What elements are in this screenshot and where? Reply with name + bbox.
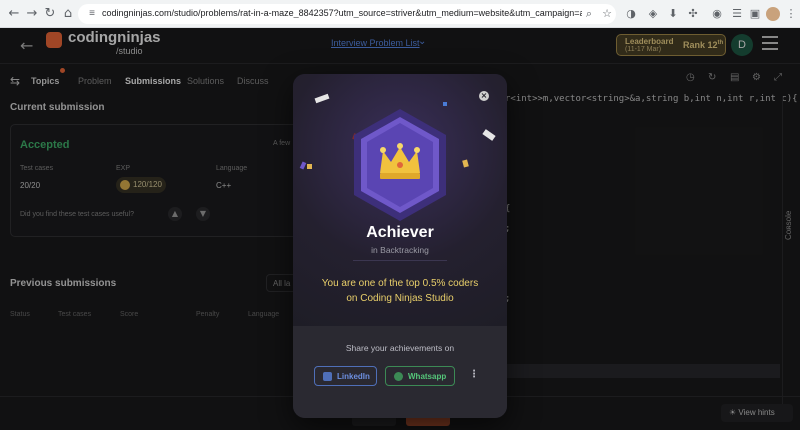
sidebar-icon[interactable]: ▣ (748, 7, 762, 21)
back-icon[interactable]: ← (6, 6, 22, 22)
search-page-icon[interactable]: ⌕ (582, 7, 596, 21)
divider (353, 260, 447, 261)
linkedin-share-button[interactable]: LinkedIn (314, 366, 377, 386)
achievement-badge (354, 109, 446, 221)
whatsapp-share-button[interactable]: Whatsapp (385, 366, 455, 386)
linkedin-label: LinkedIn (337, 372, 370, 381)
extensions-puzzle-icon[interactable]: ✣ (686, 7, 700, 21)
address-bar[interactable]: ≡ codingninjas.com/studio/problems/rat-i… (78, 4, 616, 24)
site-info-icon[interactable]: ≡ (84, 6, 100, 22)
browser-toolbar: ← → ↻ ⌂ ≡ codingninjas.com/studio/proble… (0, 0, 800, 28)
whatsapp-label: Whatsapp (408, 372, 447, 381)
forward-icon[interactable]: → (24, 6, 40, 22)
reload-icon[interactable]: ↻ (42, 6, 58, 22)
extension-icon-4[interactable]: ◉ (710, 7, 724, 21)
confetti-piece (443, 102, 447, 106)
bookmark-star-icon[interactable]: ☆ (600, 7, 614, 21)
extension-icon-1[interactable]: ◑ (624, 7, 638, 21)
browser-menu-icon[interactable]: ⋮ (784, 7, 798, 21)
share-label: Share your achievements on (345, 343, 455, 353)
extension-icon-3[interactable]: ⬇ (666, 7, 680, 21)
message-line-2: on Coding Ninjas Studio (346, 293, 454, 304)
url-text[interactable]: codingninjas.com/studio/problems/rat-in-… (102, 8, 582, 18)
extension-icon-2[interactable]: ◈ (646, 7, 660, 21)
profile-avatar-icon[interactable] (766, 7, 780, 21)
media-icon[interactable]: ☰ (730, 7, 744, 21)
achievement-message: You are one of the top 0.5% coders on Co… (303, 276, 497, 306)
achievement-modal: × Achiever in Backtracking You are one o… (293, 74, 507, 418)
more-options-icon[interactable]: ⋮ (469, 369, 479, 380)
badge-title: Achiever (366, 224, 434, 241)
linkedin-icon (323, 372, 332, 381)
confetti-piece (307, 164, 312, 169)
home-icon[interactable]: ⌂ (60, 6, 76, 22)
close-icon[interactable]: × (479, 91, 489, 101)
message-line-1: You are one of the top 0.5% coders (321, 278, 479, 289)
badge-category: in Backtracking (371, 245, 429, 255)
whatsapp-icon (394, 372, 403, 381)
